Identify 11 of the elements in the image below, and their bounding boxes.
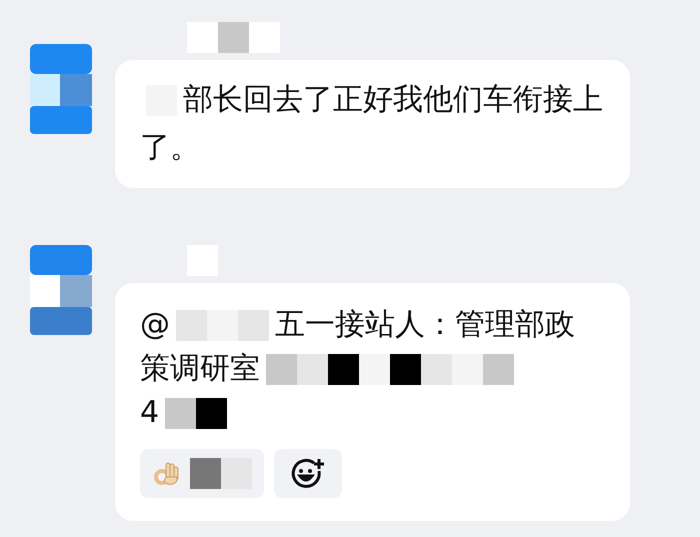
message-text: 了。 — [140, 130, 200, 165]
message-text: 部长回去了正好我他们车衔接上 — [183, 82, 603, 117]
reaction-chip[interactable] — [140, 449, 264, 498]
mosaic-block — [165, 398, 228, 430]
add-emoji-icon — [290, 456, 326, 490]
message-text: 4 — [140, 395, 160, 430]
mosaic-block — [190, 458, 252, 489]
message-text: @ — [140, 307, 170, 342]
message-text: 五一接站人：管理部政 — [275, 307, 575, 342]
message-text: 策调研室 — [140, 351, 260, 386]
add-reaction-button[interactable] — [274, 449, 342, 498]
